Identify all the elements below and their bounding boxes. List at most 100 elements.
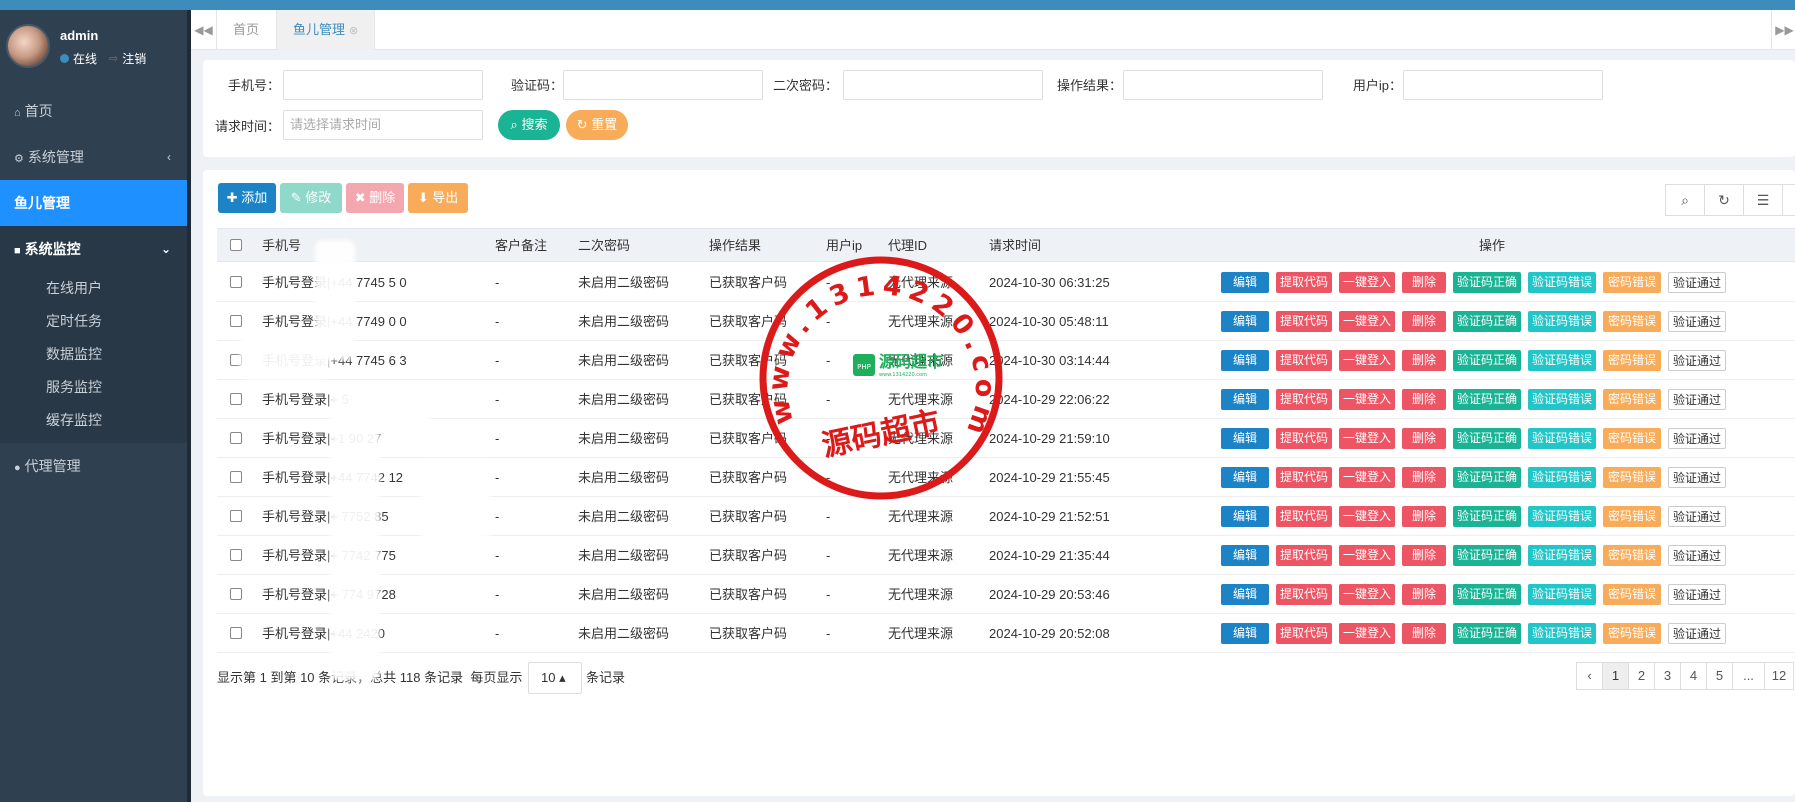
more-tools-button[interactable] xyxy=(1782,184,1795,216)
submenu-item-cache-monitor[interactable]: 缓存监控 xyxy=(0,404,187,437)
submenu-item-data-monitor[interactable]: 数据监控 xyxy=(0,338,187,371)
row-password-wrong-button[interactable]: 密码错误 xyxy=(1603,545,1661,566)
delete-button[interactable]: ✖ 删除 xyxy=(346,183,404,213)
row-checkbox[interactable] xyxy=(230,510,242,522)
row-checkbox[interactable] xyxy=(230,588,242,600)
row-extract-code-button[interactable]: 提取代码 xyxy=(1276,350,1332,371)
page-button[interactable]: 12 xyxy=(1764,662,1794,690)
row-password-wrong-button[interactable]: 密码错误 xyxy=(1603,389,1661,410)
row-edit-button[interactable]: 编辑 xyxy=(1221,428,1269,449)
page-button[interactable]: 2 xyxy=(1628,662,1655,690)
row-one-click-login-button[interactable]: 一键登入 xyxy=(1339,389,1395,410)
row-code-wrong-button[interactable]: 验证码错误 xyxy=(1528,389,1596,410)
logout-link[interactable]: 注销 xyxy=(122,50,146,67)
row-code-wrong-button[interactable]: 验证码错误 xyxy=(1528,623,1596,644)
row-one-click-login-button[interactable]: 一键登入 xyxy=(1339,272,1395,293)
row-code-correct-button[interactable]: 验证码正确 xyxy=(1453,506,1521,527)
row-delete-button[interactable]: 删除 xyxy=(1402,467,1446,488)
row-edit-button[interactable]: 编辑 xyxy=(1221,506,1269,527)
row-password-wrong-button[interactable]: 密码错误 xyxy=(1603,272,1661,293)
tabs-scroll-left-icon[interactable]: ◀◀ xyxy=(191,10,217,50)
page-button[interactable]: 4 xyxy=(1680,662,1707,690)
row-edit-button[interactable]: 编辑 xyxy=(1221,623,1269,644)
col-pwd2[interactable]: 二次密码 xyxy=(578,229,630,263)
row-edit-button[interactable]: 编辑 xyxy=(1221,389,1269,410)
row-extract-code-button[interactable]: 提取代码 xyxy=(1276,467,1332,488)
row-one-click-login-button[interactable]: 一键登入 xyxy=(1339,311,1395,332)
page-size-select[interactable]: 10 ▴ xyxy=(528,662,582,694)
code-input[interactable] xyxy=(563,70,763,100)
row-checkbox[interactable] xyxy=(230,276,242,288)
select-all-checkbox[interactable] xyxy=(230,239,242,251)
avatar[interactable] xyxy=(6,24,50,68)
row-edit-button[interactable]: 编辑 xyxy=(1221,467,1269,488)
phone-input[interactable] xyxy=(283,70,483,100)
time-input[interactable]: 请选择请求时间 xyxy=(283,110,483,140)
row-one-click-login-button[interactable]: 一键登入 xyxy=(1339,428,1395,449)
row-edit-button[interactable]: 编辑 xyxy=(1221,545,1269,566)
row-edit-button[interactable]: 编辑 xyxy=(1221,272,1269,293)
export-button[interactable]: ⬇ 导出 xyxy=(408,183,468,213)
tab-home[interactable]: 首页 xyxy=(217,10,275,50)
result-input[interactable] xyxy=(1123,70,1323,100)
add-button[interactable]: ✚ 添加 xyxy=(218,183,276,213)
col-remark[interactable]: 客户备注 xyxy=(495,229,547,263)
row-password-wrong-button[interactable]: 密码错误 xyxy=(1603,467,1661,488)
row-code-correct-button[interactable]: 验证码正确 xyxy=(1453,272,1521,293)
row-code-correct-button[interactable]: 验证码正确 xyxy=(1453,350,1521,371)
search-button[interactable]: ⌕ 搜索 xyxy=(498,110,560,140)
row-verify-pass-button[interactable]: 验证通过 xyxy=(1668,311,1726,332)
row-code-wrong-button[interactable]: 验证码错误 xyxy=(1528,467,1596,488)
row-extract-code-button[interactable]: 提取代码 xyxy=(1276,272,1332,293)
row-code-correct-button[interactable]: 验证码正确 xyxy=(1453,467,1521,488)
row-code-wrong-button[interactable]: 验证码错误 xyxy=(1528,272,1596,293)
row-password-wrong-button[interactable]: 密码错误 xyxy=(1603,311,1661,332)
row-extract-code-button[interactable]: 提取代码 xyxy=(1276,311,1332,332)
row-code-correct-button[interactable]: 验证码正确 xyxy=(1453,389,1521,410)
row-checkbox[interactable] xyxy=(230,432,242,444)
row-one-click-login-button[interactable]: 一键登入 xyxy=(1339,623,1395,644)
row-one-click-login-button[interactable]: 一键登入 xyxy=(1339,350,1395,371)
row-delete-button[interactable]: 删除 xyxy=(1402,584,1446,605)
sidebar-item-home[interactable]: ⌂ 首页 xyxy=(0,88,187,134)
row-checkbox[interactable] xyxy=(230,315,242,327)
sidebar-item-fish[interactable]: 鱼儿管理 xyxy=(0,180,187,226)
sidebar-item-monitor[interactable]: ■ 系统监控 ⌄ xyxy=(0,226,187,272)
row-extract-code-button[interactable]: 提取代码 xyxy=(1276,389,1332,410)
row-password-wrong-button[interactable]: 密码错误 xyxy=(1603,584,1661,605)
row-extract-code-button[interactable]: 提取代码 xyxy=(1276,428,1332,449)
row-verify-pass-button[interactable]: 验证通过 xyxy=(1668,623,1726,644)
prev-page-button[interactable]: ‹ xyxy=(1576,662,1603,690)
row-code-correct-button[interactable]: 验证码正确 xyxy=(1453,545,1521,566)
submenu-item-online-users[interactable]: 在线用户 xyxy=(0,272,187,305)
row-checkbox[interactable] xyxy=(230,627,242,639)
ip-input[interactable] xyxy=(1403,70,1603,100)
row-verify-pass-button[interactable]: 验证通过 xyxy=(1668,584,1726,605)
row-password-wrong-button[interactable]: 密码错误 xyxy=(1603,428,1661,449)
row-delete-button[interactable]: 删除 xyxy=(1402,545,1446,566)
row-password-wrong-button[interactable]: 密码错误 xyxy=(1603,350,1661,371)
col-phone[interactable]: 手机号 xyxy=(262,229,301,263)
row-checkbox[interactable] xyxy=(230,393,242,405)
row-edit-button[interactable]: 编辑 xyxy=(1221,350,1269,371)
submenu-item-service-monitor[interactable]: 服务监控 xyxy=(0,371,187,404)
row-verify-pass-button[interactable]: 验证通过 xyxy=(1668,467,1726,488)
row-extract-code-button[interactable]: 提取代码 xyxy=(1276,506,1332,527)
row-verify-pass-button[interactable]: 验证通过 xyxy=(1668,506,1726,527)
toggle-search-button[interactable]: ⌕ xyxy=(1665,184,1705,216)
row-verify-pass-button[interactable]: 验证通过 xyxy=(1668,428,1726,449)
col-result[interactable]: 操作结果 xyxy=(709,229,761,263)
page-button[interactable]: 5 xyxy=(1706,662,1733,690)
row-code-wrong-button[interactable]: 验证码错误 xyxy=(1528,584,1596,605)
tabs-scroll-right-icon[interactable]: ▶▶ xyxy=(1771,10,1795,50)
row-edit-button[interactable]: 编辑 xyxy=(1221,584,1269,605)
page-button[interactable]: ... xyxy=(1732,662,1765,690)
row-verify-pass-button[interactable]: 验证通过 xyxy=(1668,350,1726,371)
row-code-wrong-button[interactable]: 验证码错误 xyxy=(1528,545,1596,566)
row-edit-button[interactable]: 编辑 xyxy=(1221,311,1269,332)
row-one-click-login-button[interactable]: 一键登入 xyxy=(1339,506,1395,527)
row-password-wrong-button[interactable]: 密码错误 xyxy=(1603,506,1661,527)
row-verify-pass-button[interactable]: 验证通过 xyxy=(1668,545,1726,566)
sidebar-item-system[interactable]: ⚙ 系统管理 ‹ xyxy=(0,134,187,180)
row-delete-button[interactable]: 删除 xyxy=(1402,428,1446,449)
